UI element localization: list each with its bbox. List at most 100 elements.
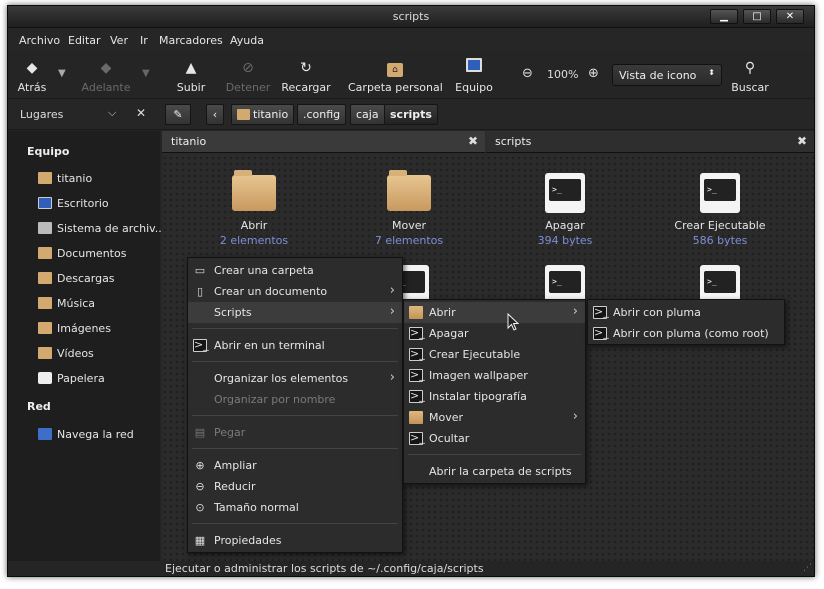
menu-item-zoom-in[interactable]: ⊕ Ampliar [188,455,402,476]
menu-marcadores[interactable]: Marcadores [159,34,223,47]
menu-ver[interactable]: Ver [110,34,128,47]
menu-item-open-with-pluma[interactable]: >_ Abrir con pluma [588,302,784,323]
menu-item-open-terminal[interactable]: >_ Abrir en un terminal [188,335,402,356]
close-window-button[interactable]: ✕ [776,9,804,24]
breadcrumb-config[interactable]: .config [297,104,347,125]
menu-separator [192,361,398,362]
desktop-icon [38,197,52,209]
computer-button[interactable]: Equipo [452,51,496,99]
menu-item-normal-size[interactable]: ⊙ Tamaño normal [188,497,402,518]
menu-item-script-abrir[interactable]: Abrir › [404,302,585,323]
breadcrumb-titanio[interactable]: titanio [231,104,295,125]
sidebar-item-imagenes[interactable]: Imágenes [38,322,111,340]
sidebar-item-network[interactable]: Navega la red [38,428,134,446]
window-title: scripts [392,10,430,23]
menu-ir[interactable]: Ir [140,34,148,47]
menu-ayuda[interactable]: Ayuda [230,34,264,47]
file-item[interactable]: Abrir 2 elementos [194,169,314,247]
resize-grip-icon[interactable]: ⋰ [803,563,813,573]
menu-item-scripts[interactable]: Scripts › [188,302,402,323]
menu-archivo[interactable]: Archivo [19,34,60,47]
file-item[interactable]: >_ [660,261,780,301]
zoom-normal-icon: ⊙ [195,501,205,514]
submenu-arrow-icon: › [572,304,578,319]
zoom-level: 100% [547,68,579,81]
submenu-arrow-icon: › [572,409,578,424]
script-icon: >_ [545,265,585,301]
places-dropdown-chevron-icon[interactable]: ⌵ [108,106,116,120]
close-tab-icon[interactable]: ✖ [468,134,478,148]
sidebar-item-videos[interactable]: Vídeos [38,347,94,365]
arrow-left-icon: ◆ [26,60,38,76]
menu-separator [408,454,581,455]
maximize-button[interactable]: □ [743,9,771,24]
menu-item-open-with-pluma-root[interactable]: >_ Abrir con pluma (como root) [588,323,784,344]
script-icon: >_ [409,326,425,340]
drive-icon [38,222,52,234]
folder-icon [409,411,423,424]
menu-item-zoom-out[interactable]: ⊖ Reducir [188,476,402,497]
sidebar-item-escritorio[interactable]: Escritorio [38,197,109,215]
close-tab-icon[interactable]: ✖ [797,134,807,148]
pencil-icon: ✎ [173,108,183,121]
menu-item-script-instalar-tipografia[interactable]: >_ Instalar tipografía [404,386,585,407]
location-bar: Lugares ⌵ ✕ ✎ ‹ titanio .config caja scr… [8,100,814,130]
toolbar: ◆ Atrás ▼ ◆ Adelante ▼ ▲ Subir ⊘ Detener… [8,51,814,99]
menu-item-open-scripts-folder[interactable]: Abrir la carpeta de scripts [404,461,585,482]
sidebar-section-equipo: Equipo [27,145,70,158]
submenu-arrow-icon: › [389,370,395,385]
menu-item-script-crear-ejecutable[interactable]: >_ Crear Ejecutable [404,344,585,365]
title-bar[interactable]: scripts ▁ □ ✕ [8,6,814,28]
menu-editar[interactable]: Editar [68,34,101,47]
menu-item-create-document[interactable]: ▯ Crear un documento › [188,281,402,302]
file-item[interactable]: >_ Apagar 394 bytes [505,169,625,247]
submenu-arrow-icon: › [389,283,395,298]
sidebar-item-titanio[interactable]: titanio [38,172,92,190]
breadcrumb-scripts[interactable]: scripts [384,104,438,125]
forward-button[interactable]: ◆ Adelante [80,51,132,99]
search-icon: ⚲ [744,60,756,76]
breadcrumb-caja[interactable]: caja [350,104,385,125]
zoom-out-icon[interactable]: ⊖ [522,66,533,81]
zoom-in-icon[interactable]: ⊕ [588,66,599,81]
sidebar-item-musica[interactable]: Música [38,297,95,315]
tab-titanio[interactable]: titanio ✖ [162,131,485,153]
terminal-icon: >_ [193,338,209,352]
menu-item-organize-by-name[interactable]: Organizar por nombre [188,389,402,410]
menu-item-paste[interactable]: ▤ Pegar [188,422,402,443]
menu-item-properties[interactable]: ▦ Propiedades [188,530,402,551]
script-icon: >_ [700,173,740,213]
menu-item-organize[interactable]: Organizar los elementos › [188,368,402,389]
file-item[interactable]: Mover 7 elementos [349,169,469,247]
sidebar-item-papelera[interactable]: Papelera [38,372,105,390]
menu-item-create-folder[interactable]: ▭ Crear una carpeta [188,260,402,281]
folder-icon [409,306,423,319]
submenu-arrow-icon: › [389,304,395,319]
sidebar-item-descargas[interactable]: Descargas [38,272,115,290]
toggle-location-entry-button[interactable]: ✎ [165,104,191,125]
menu-item-script-imagen-wallpaper[interactable]: >_ Imagen wallpaper [404,365,585,386]
back-button[interactable]: ◆ Atrás [14,51,50,99]
sidebar-item-filesystem[interactable]: Sistema de archiv... [38,222,165,240]
search-button[interactable]: ⚲ Buscar [730,51,770,99]
file-item[interactable]: >_ Crear Ejecutable 586 bytes [660,169,780,247]
up-button[interactable]: ▲ Subir [171,51,211,99]
view-mode-select[interactable]: Vista de icono ⬍ [612,64,722,86]
menu-item-script-apagar[interactable]: >_ Apagar [404,323,585,344]
menu-item-script-ocultar[interactable]: >_ Ocultar [404,428,585,449]
script-icon: >_ [409,389,425,403]
minimize-button[interactable]: ▁ [710,9,738,24]
forward-history-chevron-icon[interactable]: ▼ [142,68,150,79]
back-history-chevron-icon[interactable]: ▼ [58,68,66,79]
sidebar-item-documentos[interactable]: Documentos [38,247,126,265]
close-sidebar-icon[interactable]: ✕ [136,106,146,120]
file-item[interactable]: >_ [505,261,625,301]
music-folder-icon [38,297,52,309]
reload-button[interactable]: ↻ Recargar [280,51,332,99]
home-button[interactable]: ⌂ Carpeta personal [348,51,443,99]
breadcrumb-left-button[interactable]: ‹ [206,104,224,125]
documents-folder-icon [38,247,52,259]
menu-item-script-mover[interactable]: Mover › [404,407,585,428]
tab-scripts[interactable]: scripts ✖ [486,131,814,153]
stop-button[interactable]: ⊘ Detener [223,51,273,99]
